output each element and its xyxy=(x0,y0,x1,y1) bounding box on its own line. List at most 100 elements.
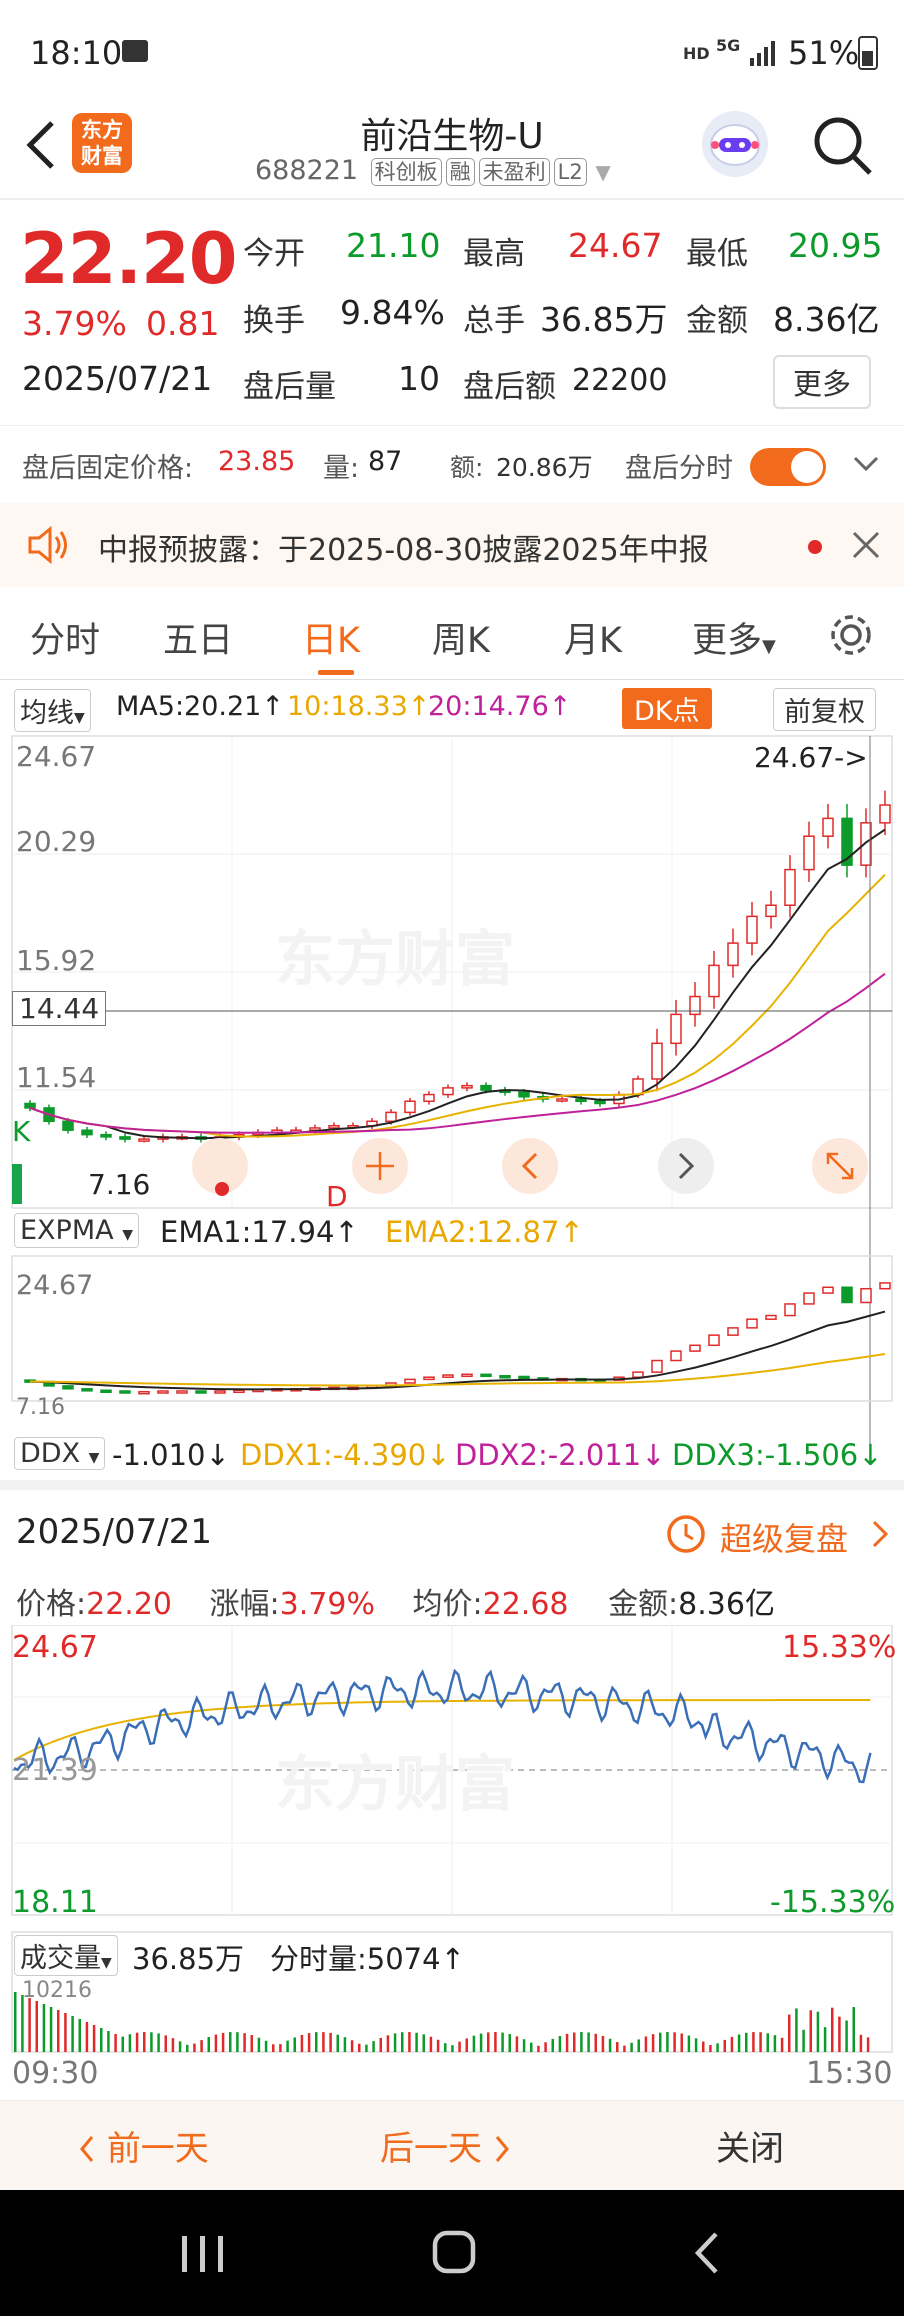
volume-bar xyxy=(401,2032,404,2052)
right-arrow-icon xyxy=(658,1138,714,1194)
intraday-pct-bottom: -15.33% xyxy=(770,1885,896,1920)
expma-candle xyxy=(746,1318,758,1329)
volume-bar xyxy=(594,2033,597,2052)
volume-selector-label: 成交量 xyxy=(20,1943,101,1974)
volume-bar xyxy=(49,2007,53,2052)
expma-candle xyxy=(81,1388,93,1392)
tab-weekly-k[interactable]: 周K xyxy=(432,612,490,663)
candle xyxy=(708,964,720,998)
volume-bar xyxy=(508,2034,511,2052)
volume-bar xyxy=(666,2032,669,2052)
high-value: 24.67 xyxy=(568,226,663,265)
stock-name: 前沿生物-U xyxy=(360,116,544,157)
tab-monthly-k[interactable]: 月K xyxy=(564,612,622,663)
volume-bar xyxy=(737,2034,741,2052)
low-value: 20.95 xyxy=(788,226,883,265)
volume-bar xyxy=(286,2040,289,2052)
volume-bar xyxy=(200,2040,203,2052)
volume-bar xyxy=(128,2034,132,2052)
volume-bar xyxy=(236,2032,239,2052)
tab-more[interactable]: 更多▼ xyxy=(692,612,776,663)
expma-candle xyxy=(765,1314,777,1320)
recent-apps-icon[interactable] xyxy=(180,2234,226,2278)
volume-bar xyxy=(723,2039,726,2052)
candle xyxy=(556,1098,568,1102)
kline-panel: 均线▼ MA5:20.21↑ 10:18.33↑ 20:14.76↑ DK点 前… xyxy=(0,680,904,1480)
robot-assistant-icon[interactable] xyxy=(702,111,768,177)
expma-selector[interactable]: EXPMA ▼ xyxy=(14,1213,139,1248)
candle xyxy=(328,1124,340,1129)
kline-chart-svg[interactable]: 东方财富 xyxy=(0,680,904,1480)
avg-label: 均价: xyxy=(412,1587,483,1622)
amount-label: 金额 xyxy=(686,303,748,339)
history-clock-icon[interactable] xyxy=(664,1512,708,1560)
expma-candle xyxy=(442,1374,454,1378)
back-icon[interactable] xyxy=(692,2230,722,2280)
more-button[interactable]: 更多 xyxy=(773,355,872,409)
ddx1-value: DDX1:-4.390↓ xyxy=(240,1438,451,1472)
tag-l2: L2 xyxy=(553,158,587,186)
y-label-4: 11.54 xyxy=(16,1061,97,1094)
volume-bar xyxy=(28,1998,31,2052)
notice-bar[interactable]: 中报预披露：于2025-08-30披露2025年中报 xyxy=(0,503,904,587)
y-label-2: 20.29 xyxy=(16,825,97,858)
after-volume-label: 盘后量 xyxy=(243,369,336,405)
candle xyxy=(81,1129,93,1136)
volume-total: 36.85万 xyxy=(132,1942,245,1976)
tag-unprofitable: 未盈利 xyxy=(478,158,550,186)
volume-bar xyxy=(100,2028,103,2052)
next-day-button[interactable]: 后一天 xyxy=(380,2121,511,2170)
chart-tabs: 分时 五日 日K 周K 月K 更多▼ xyxy=(0,590,904,680)
amount-value: 8.36亿 xyxy=(773,300,880,339)
expma-candle xyxy=(803,1292,815,1305)
volume-bar xyxy=(64,2013,67,2052)
volume-bar xyxy=(78,2019,81,2052)
settings-gear-icon[interactable] xyxy=(826,610,876,664)
volume-bar xyxy=(193,2043,196,2052)
search-icon[interactable] xyxy=(810,113,874,177)
home-icon[interactable] xyxy=(432,2230,476,2278)
after-qty-label: 量: xyxy=(323,453,360,484)
volume-bar xyxy=(809,2010,812,2052)
intraday-chart-svg[interactable]: 东方财富 xyxy=(0,1625,904,2095)
tab-intraday[interactable]: 分时 xyxy=(30,612,100,663)
volume-selector[interactable]: 成交量▼ xyxy=(14,1935,118,1976)
chevron-down-icon[interactable] xyxy=(852,454,880,478)
volume-bar xyxy=(329,2032,332,2052)
tab-five-day[interactable]: 五日 xyxy=(163,612,233,663)
stock-header: 东方 财富 前沿生物-U 688221 科创板融未盈利 L2 ▼ xyxy=(0,105,904,200)
ddx-selector[interactable]: DDX ▼ xyxy=(14,1437,106,1470)
volume-bar xyxy=(135,2032,139,2052)
volume-bar xyxy=(415,2032,418,2052)
after-hours-toggle[interactable] xyxy=(750,448,826,486)
prev-day-button[interactable]: 前一天 xyxy=(78,2121,209,2170)
expma-candle xyxy=(632,1371,644,1378)
chevron-right-icon[interactable] xyxy=(870,1518,890,1554)
volume-bar xyxy=(171,2038,175,2052)
candle xyxy=(670,1013,682,1045)
expma-candle xyxy=(423,1376,435,1381)
intraday-y-top: 24.67 xyxy=(12,1630,98,1665)
volume-bar xyxy=(372,2041,375,2052)
intraday-y-mid: 21.39 xyxy=(12,1753,98,1788)
volume-bar xyxy=(21,1995,24,2052)
active-tab-indicator xyxy=(318,670,354,675)
candle xyxy=(632,1078,644,1096)
volume-bar xyxy=(616,2042,619,2052)
dropdown-caret-icon[interactable]: ▼ xyxy=(595,160,610,184)
volume-bar xyxy=(243,2033,246,2052)
close-icon[interactable] xyxy=(850,529,882,565)
candle xyxy=(879,804,891,824)
tab-daily-k[interactable]: 日K xyxy=(302,612,360,663)
volume-bar xyxy=(257,2037,261,2052)
super-review-link[interactable]: 超级复盘 xyxy=(720,1514,848,1560)
volume-bar xyxy=(422,2034,425,2052)
close-button[interactable]: 关闭 xyxy=(716,2121,784,2170)
expma-candle xyxy=(879,1282,891,1290)
last-price: 22.20 xyxy=(20,218,237,300)
candle xyxy=(461,1084,473,1089)
expma-candle xyxy=(651,1359,663,1373)
volume-bar xyxy=(795,2008,798,2052)
volume-bar xyxy=(186,2044,189,2052)
volume-bar xyxy=(845,2020,848,2052)
